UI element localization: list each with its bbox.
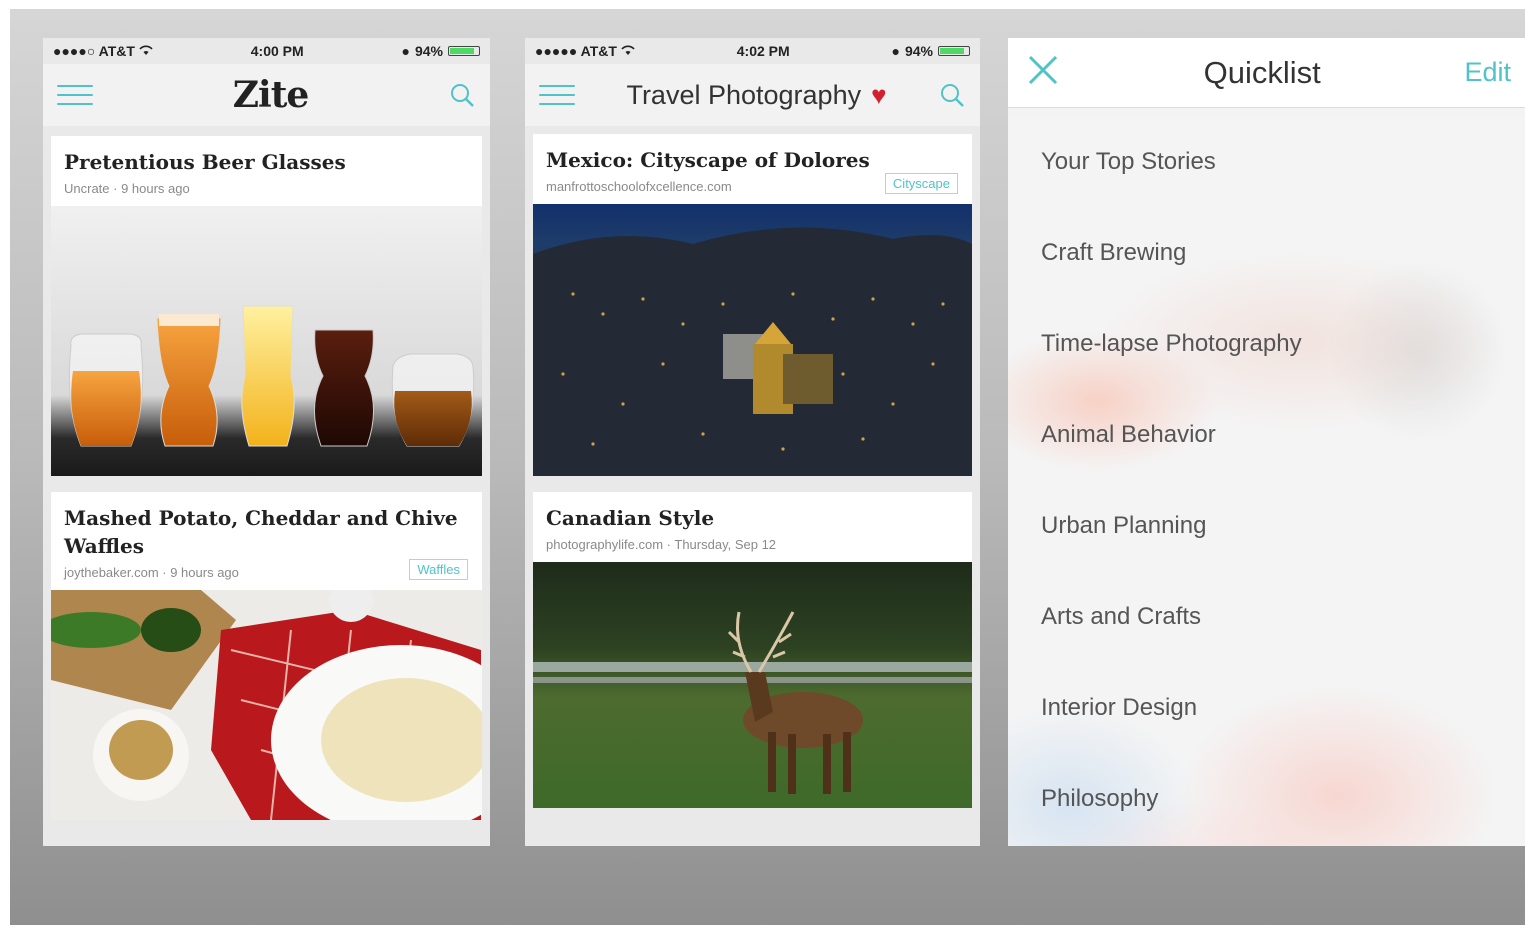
status-time: 4:00 PM xyxy=(250,43,304,59)
article-title[interactable]: Pretentious Beer Glasses xyxy=(64,148,469,176)
heart-icon[interactable]: ♥ xyxy=(871,82,886,108)
article-card[interactable]: Mexico: Cityscape of Dolores manfrottosc… xyxy=(533,134,972,476)
quicklist-item[interactable]: Craft Brewing xyxy=(1008,207,1525,298)
article-image-elk[interactable] xyxy=(533,562,972,808)
card-header: Pretentious Beer Glasses Uncrate · 9 hou… xyxy=(51,136,482,206)
battery-percent: 94% xyxy=(414,43,443,59)
topic-title: Travel Photography xyxy=(626,79,862,110)
carrier-signal: ●●●●○ AT&T xyxy=(53,43,153,59)
quicklist-item[interactable]: Time-lapse Photography xyxy=(1008,298,1525,389)
status-bar: ●●●●○ AT&T 4:00 PM ● 94% xyxy=(43,38,490,64)
quicklist-item[interactable]: Arts and Crafts xyxy=(1008,571,1525,662)
article-meta: Uncrate · 9 hours ago xyxy=(64,181,190,196)
cityscape-illustration xyxy=(533,227,972,476)
article-card[interactable]: Mashed Potato, Cheddar and Chive Waffles… xyxy=(51,492,482,820)
carrier-signal: ●●●●● AT&T xyxy=(535,43,635,59)
battery-icon xyxy=(447,46,480,56)
search-icon[interactable] xyxy=(938,81,966,109)
wifi-icon xyxy=(621,43,635,59)
quicklist-panel: Quicklist Edit Your Top Stories Craft Br… xyxy=(1008,38,1525,846)
battery-percent: 94% xyxy=(904,43,933,59)
carrier-label: ●●●●○ AT&T xyxy=(53,43,135,59)
article-image-waffles[interactable] xyxy=(51,590,482,820)
carrier-label: ●●●●● AT&T xyxy=(535,43,617,59)
quicklist-header: Quicklist Edit xyxy=(1008,38,1525,108)
quicklist-item[interactable]: Your Top Stories xyxy=(1008,116,1525,207)
alarm-icon: ● xyxy=(401,43,410,59)
app-logo: Zite xyxy=(232,74,309,116)
article-card[interactable]: Pretentious Beer Glasses Uncrate · 9 hou… xyxy=(51,136,482,476)
article-title[interactable]: Mashed Potato, Cheddar and Chive Waffles xyxy=(64,504,469,560)
topic-title-group: Travel Photography ♥ xyxy=(626,80,886,111)
wifi-icon xyxy=(139,43,153,59)
article-meta: joythebaker.com · 9 hours ago xyxy=(64,565,239,580)
status-bar: ●●●●● AT&T 4:02 PM ● 94% xyxy=(525,38,980,64)
nav-bar: Travel Photography ♥ xyxy=(525,64,980,126)
beer-glasses-illustration xyxy=(68,305,475,447)
article-image-beer-glasses[interactable] xyxy=(51,206,482,476)
quicklist-item[interactable]: Animal Behavior xyxy=(1008,389,1525,480)
article-title[interactable]: Canadian Style xyxy=(546,504,959,532)
card-header: Mashed Potato, Cheddar and Chive Waffles… xyxy=(51,492,482,590)
article-card[interactable]: Canadian Style photographylife.com · Thu… xyxy=(533,492,972,808)
article-title[interactable]: Mexico: Cityscape of Dolores xyxy=(546,146,959,174)
quicklist-item[interactable]: Interior Design xyxy=(1008,662,1525,753)
topic-tag[interactable]: Waffles xyxy=(409,559,468,580)
quicklist-item[interactable]: Philosophy xyxy=(1008,753,1525,844)
card-header: Canadian Style photographylife.com · Thu… xyxy=(533,492,972,562)
card-header: Mexico: Cityscape of Dolores manfrottosc… xyxy=(533,134,972,204)
status-right: ● 94% xyxy=(891,43,970,59)
phone-screen-zite-home: ●●●●○ AT&T 4:00 PM ● 94% Zite Pretentiou… xyxy=(43,38,490,846)
article-meta: photographylife.com · Thursday, Sep 12 xyxy=(546,537,777,552)
hamburger-menu-icon[interactable] xyxy=(539,82,575,108)
battery-icon xyxy=(937,46,970,56)
hamburger-menu-icon[interactable] xyxy=(57,82,93,108)
alarm-icon: ● xyxy=(891,43,900,59)
nav-bar: Zite xyxy=(43,64,490,126)
edit-button[interactable]: Edit xyxy=(1464,57,1511,88)
quicklist-items: Your Top Stories Craft Brewing Time-laps… xyxy=(1008,116,1525,846)
quicklist-title: Quicklist xyxy=(1203,54,1321,90)
topic-tag[interactable]: Cityscape xyxy=(884,173,958,194)
quicklist-item[interactable]: Urban Planning xyxy=(1008,480,1525,571)
article-image-cityscape[interactable] xyxy=(533,204,972,476)
status-time: 4:02 PM xyxy=(736,43,790,59)
waffles-illustration xyxy=(51,590,482,820)
elk-illustration xyxy=(533,611,972,794)
close-icon[interactable] xyxy=(1026,53,1060,92)
phone-screen-travel-photography: ●●●●● AT&T 4:02 PM ● 94% Travel Photogra… xyxy=(525,38,980,846)
search-icon[interactable] xyxy=(448,81,476,109)
status-right: ● 94% xyxy=(401,43,480,59)
